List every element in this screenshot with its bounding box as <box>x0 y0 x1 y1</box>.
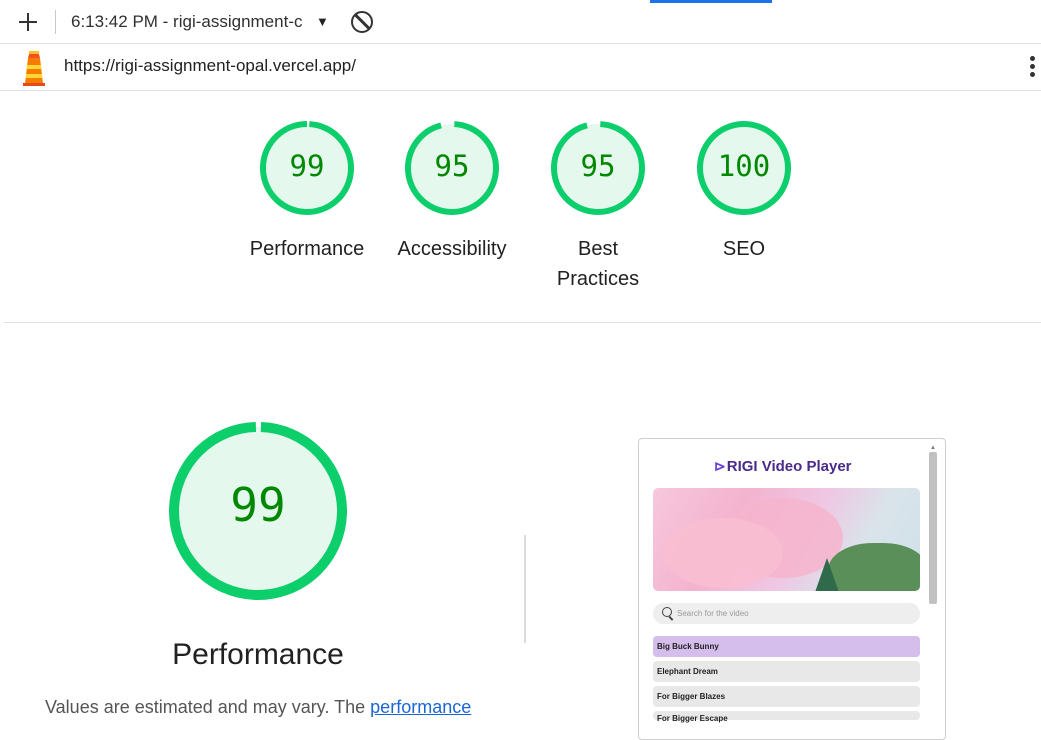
gauge-label: SEO <box>722 238 766 260</box>
video-list-item: For Bigger Escape <box>653 711 920 723</box>
gauge-seo[interactable]: 100 SEO <box>679 118 809 264</box>
gauge-label: Accessibility <box>397 238 507 260</box>
report-url[interactable]: https://rigi-assignment-opal.vercel.app/ <box>64 56 356 76</box>
report-session-label: 6:13:42 PM - rigi-assignment-c <box>71 12 303 31</box>
performance-link[interactable]: performance <box>370 697 471 717</box>
more-options-icon[interactable] <box>1028 54 1038 80</box>
chevron-down-icon[interactable]: ▼ <box>316 14 329 29</box>
gauge-label: Best Practices <box>556 238 640 290</box>
video-title: Elephant Dream <box>657 667 718 676</box>
gauge-best-practices[interactable]: 95 Best Practices <box>533 118 663 294</box>
video-title: Big Buck Bunny <box>657 642 719 651</box>
gauge-performance[interactable]: 99 Performance <box>242 118 372 264</box>
performance-title: Performance <box>172 638 344 671</box>
video-list-item: Big Buck Bunny <box>653 636 920 657</box>
screenshot-scrollbar[interactable] <box>929 452 937 604</box>
thumbnail-video-preview <box>653 488 920 591</box>
clear-icon[interactable] <box>351 11 373 33</box>
estimate-note-text: Values are estimated and may vary. The <box>45 697 371 717</box>
report-session-select[interactable]: 6:13:42 PM - rigi-assignment-c <box>71 12 331 34</box>
gauge-score: 99 <box>289 149 325 183</box>
section-divider <box>4 322 1041 323</box>
vertical-separator <box>524 535 526 643</box>
active-tab-indicator <box>650 0 772 3</box>
gauge-label: Performance <box>249 238 365 260</box>
gauge-score: 100 <box>717 149 771 183</box>
lighthouse-icon <box>23 51 45 86</box>
gauge-accessibility[interactable]: 95 Accessibility <box>387 118 517 264</box>
video-title: For Bigger Escape <box>657 714 728 723</box>
video-list-item: For Bigger Blazes <box>653 686 920 707</box>
video-title: For Bigger Blazes <box>657 692 726 701</box>
plus-icon[interactable] <box>17 11 39 33</box>
thumbnail-app-title: ⊳RIGI Video Player <box>714 458 852 475</box>
gauge-score: 95 <box>434 149 470 183</box>
estimate-note: Values are estimated and may vary. The p… <box>45 697 471 718</box>
gauge-score: 95 <box>580 149 616 183</box>
search-placeholder: Search for the video <box>677 609 749 618</box>
scroll-up-icon: ▲ <box>930 445 936 451</box>
search-icon <box>662 607 672 617</box>
video-list-item: Elephant Dream <box>653 661 920 682</box>
toolbar-separator <box>55 10 56 34</box>
play-logo-icon: ⊳ <box>714 458 726 474</box>
thumbnail-search-input: Search for the video <box>653 603 920 624</box>
thumbnail-title-text: RIGI Video Player <box>726 458 852 475</box>
performance-score: 99 <box>230 478 286 532</box>
